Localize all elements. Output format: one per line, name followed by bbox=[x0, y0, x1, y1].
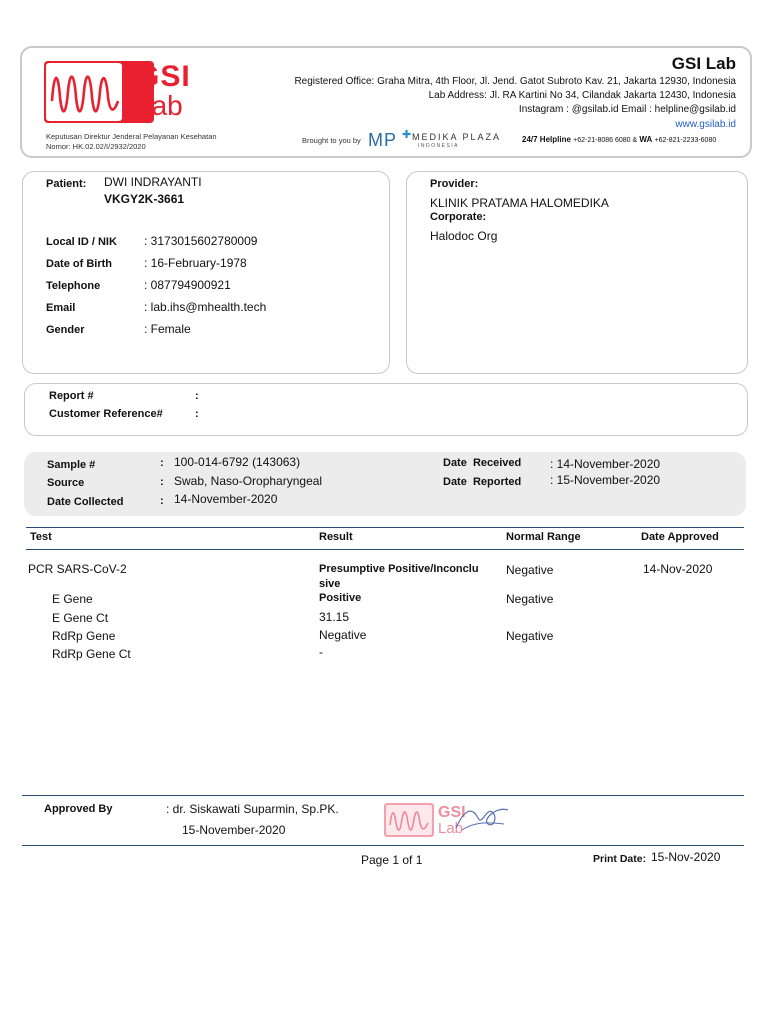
decree-line-1: Keputusan Direktur Jenderal Pelayanan Ke… bbox=[46, 132, 217, 141]
helpline-line: 24/7 Helpline +62-21-8086 6080 & WA +62-… bbox=[522, 135, 716, 144]
lab-address: Lab Address: Jl. RA Kartini No 34, Cilan… bbox=[428, 90, 736, 101]
patient-name: DWI INDRAYANTI bbox=[104, 175, 202, 189]
date-collected-value: 14-November-2020 bbox=[174, 492, 278, 506]
signature-scribble bbox=[455, 808, 509, 831]
print-date-value: 15-Nov-2020 bbox=[651, 850, 721, 864]
sub-test-result: Positive bbox=[319, 592, 362, 604]
sub-test-name: E Gene bbox=[52, 592, 93, 606]
patient-field-value: : 3173015602780009 bbox=[144, 234, 258, 248]
partner-name: MEDIKA PLAZA bbox=[412, 132, 502, 142]
col-header-range: Normal Range bbox=[506, 531, 581, 543]
decree-line-2: Nomor: HK.02.02/I/2932/2020 bbox=[46, 142, 146, 151]
test-name-main: PCR SARS-CoV-2 bbox=[28, 562, 127, 576]
col-header-test: Test bbox=[30, 531, 52, 543]
report-value: : bbox=[195, 390, 199, 402]
patient-field-value: : Female bbox=[144, 322, 191, 336]
patient-field-label: Date of Birth bbox=[46, 258, 112, 270]
result-main-line-1: Presumptive Positive/Inconclu bbox=[319, 563, 479, 575]
patient-box bbox=[22, 171, 390, 374]
brought-by: Brought to you by bbox=[302, 136, 361, 145]
customer-ref-value: : bbox=[195, 408, 199, 420]
patient-label: Patient: bbox=[46, 178, 87, 190]
date-collected-colon: : bbox=[160, 495, 164, 507]
wa-number: +62-821-2233-6080 bbox=[654, 137, 717, 144]
approval-bottom-rule bbox=[22, 845, 744, 846]
approved-by-label: Approved By bbox=[44, 803, 113, 815]
approval-date: 15-November-2020 bbox=[182, 823, 286, 837]
logo-text-lab: Lab bbox=[136, 90, 183, 121]
dna-wave-icon bbox=[46, 63, 122, 121]
provider-label: Provider: bbox=[430, 178, 479, 190]
sub-test-name: RdRp Gene bbox=[52, 629, 116, 643]
website-link[interactable]: www.gsilab.id bbox=[675, 119, 736, 130]
approval-top-rule bbox=[22, 795, 744, 796]
sample-colon: : bbox=[160, 457, 164, 469]
helpline-number: +62-21-8086 6080 & bbox=[573, 137, 638, 144]
patient-field-value: : 16-February-1978 bbox=[144, 256, 247, 270]
wa-label: WA bbox=[639, 135, 653, 144]
patient-field-label: Email bbox=[46, 302, 76, 314]
table-header-rule bbox=[26, 549, 744, 550]
print-date-label: Print Date: bbox=[593, 853, 647, 865]
sample-value: 100-014-6792 (143063) bbox=[174, 455, 301, 469]
customer-ref-label: Customer Reference# bbox=[49, 408, 163, 420]
patient-code: VKGY2K-3661 bbox=[104, 192, 185, 206]
corporate-name: Halodoc Org bbox=[430, 229, 498, 243]
report-label: Report # bbox=[49, 390, 94, 402]
sub-test-result: 31.15 bbox=[319, 610, 350, 624]
partner-sub: INDONESIA bbox=[418, 143, 460, 149]
result-main-line-2: sive bbox=[319, 578, 341, 590]
sample-label: Sample # bbox=[47, 459, 96, 471]
date-received-value: : 14-November-2020 bbox=[550, 457, 661, 471]
patient-field-label: Gender bbox=[46, 324, 85, 336]
sub-test-range: Negative bbox=[506, 629, 554, 643]
date-collected-label: Date Collected bbox=[47, 496, 124, 508]
stamp-dna-icon bbox=[386, 805, 432, 835]
partner-cross-icon: ✚ bbox=[402, 129, 412, 141]
sub-test-result: Negative bbox=[319, 628, 367, 642]
helpline-label: 24/7 Helpline bbox=[522, 135, 571, 144]
date-approved-main: 14-Nov-2020 bbox=[643, 562, 713, 576]
patient-field-value: : lab.ihs@mhealth.tech bbox=[144, 300, 267, 314]
sub-test-result: - bbox=[319, 645, 323, 659]
range-main: Negative bbox=[506, 563, 554, 577]
col-header-date: Date Approved bbox=[641, 531, 719, 543]
sub-test-range: Negative bbox=[506, 592, 554, 606]
source-value: Swab, Naso-Oropharyngeal bbox=[174, 474, 323, 488]
brand-title: GSI Lab bbox=[671, 54, 736, 73]
sub-test-name: RdRp Gene Ct bbox=[52, 647, 131, 661]
date-reported-label: Date Reported bbox=[443, 476, 522, 488]
sub-test-name: E Gene Ct bbox=[52, 611, 109, 625]
patient-field-label: Telephone bbox=[46, 280, 101, 292]
provider-name: KLINIK PRATAMA HALOMEDIKA bbox=[430, 196, 609, 210]
date-received-label: Date Received bbox=[443, 457, 522, 469]
source-colon: : bbox=[160, 476, 164, 488]
page-number: Page 1 of 1 bbox=[361, 853, 423, 867]
patient-field-value: : 087794900921 bbox=[144, 278, 231, 292]
date-reported-value: : 15-November-2020 bbox=[550, 473, 661, 487]
col-header-result: Result bbox=[319, 531, 353, 543]
corporate-label: Corporate: bbox=[430, 211, 487, 223]
source-label: Source bbox=[47, 477, 85, 489]
stamp-logo bbox=[384, 803, 434, 837]
approver-name: : dr. Siskawati Suparmin, Sp.PK. bbox=[166, 802, 339, 816]
table-top-rule bbox=[26, 527, 744, 528]
contact-info: Instagram : @gsilab.id Email : helpline@… bbox=[518, 104, 736, 115]
registered-office: Registered Office: Graha Mitra, 4th Floo… bbox=[294, 76, 736, 87]
partner-logo-mp: MP bbox=[368, 130, 397, 150]
patient-field-label: Local ID / NIK bbox=[46, 236, 117, 248]
logo-text-gsi: GSI bbox=[136, 60, 191, 93]
